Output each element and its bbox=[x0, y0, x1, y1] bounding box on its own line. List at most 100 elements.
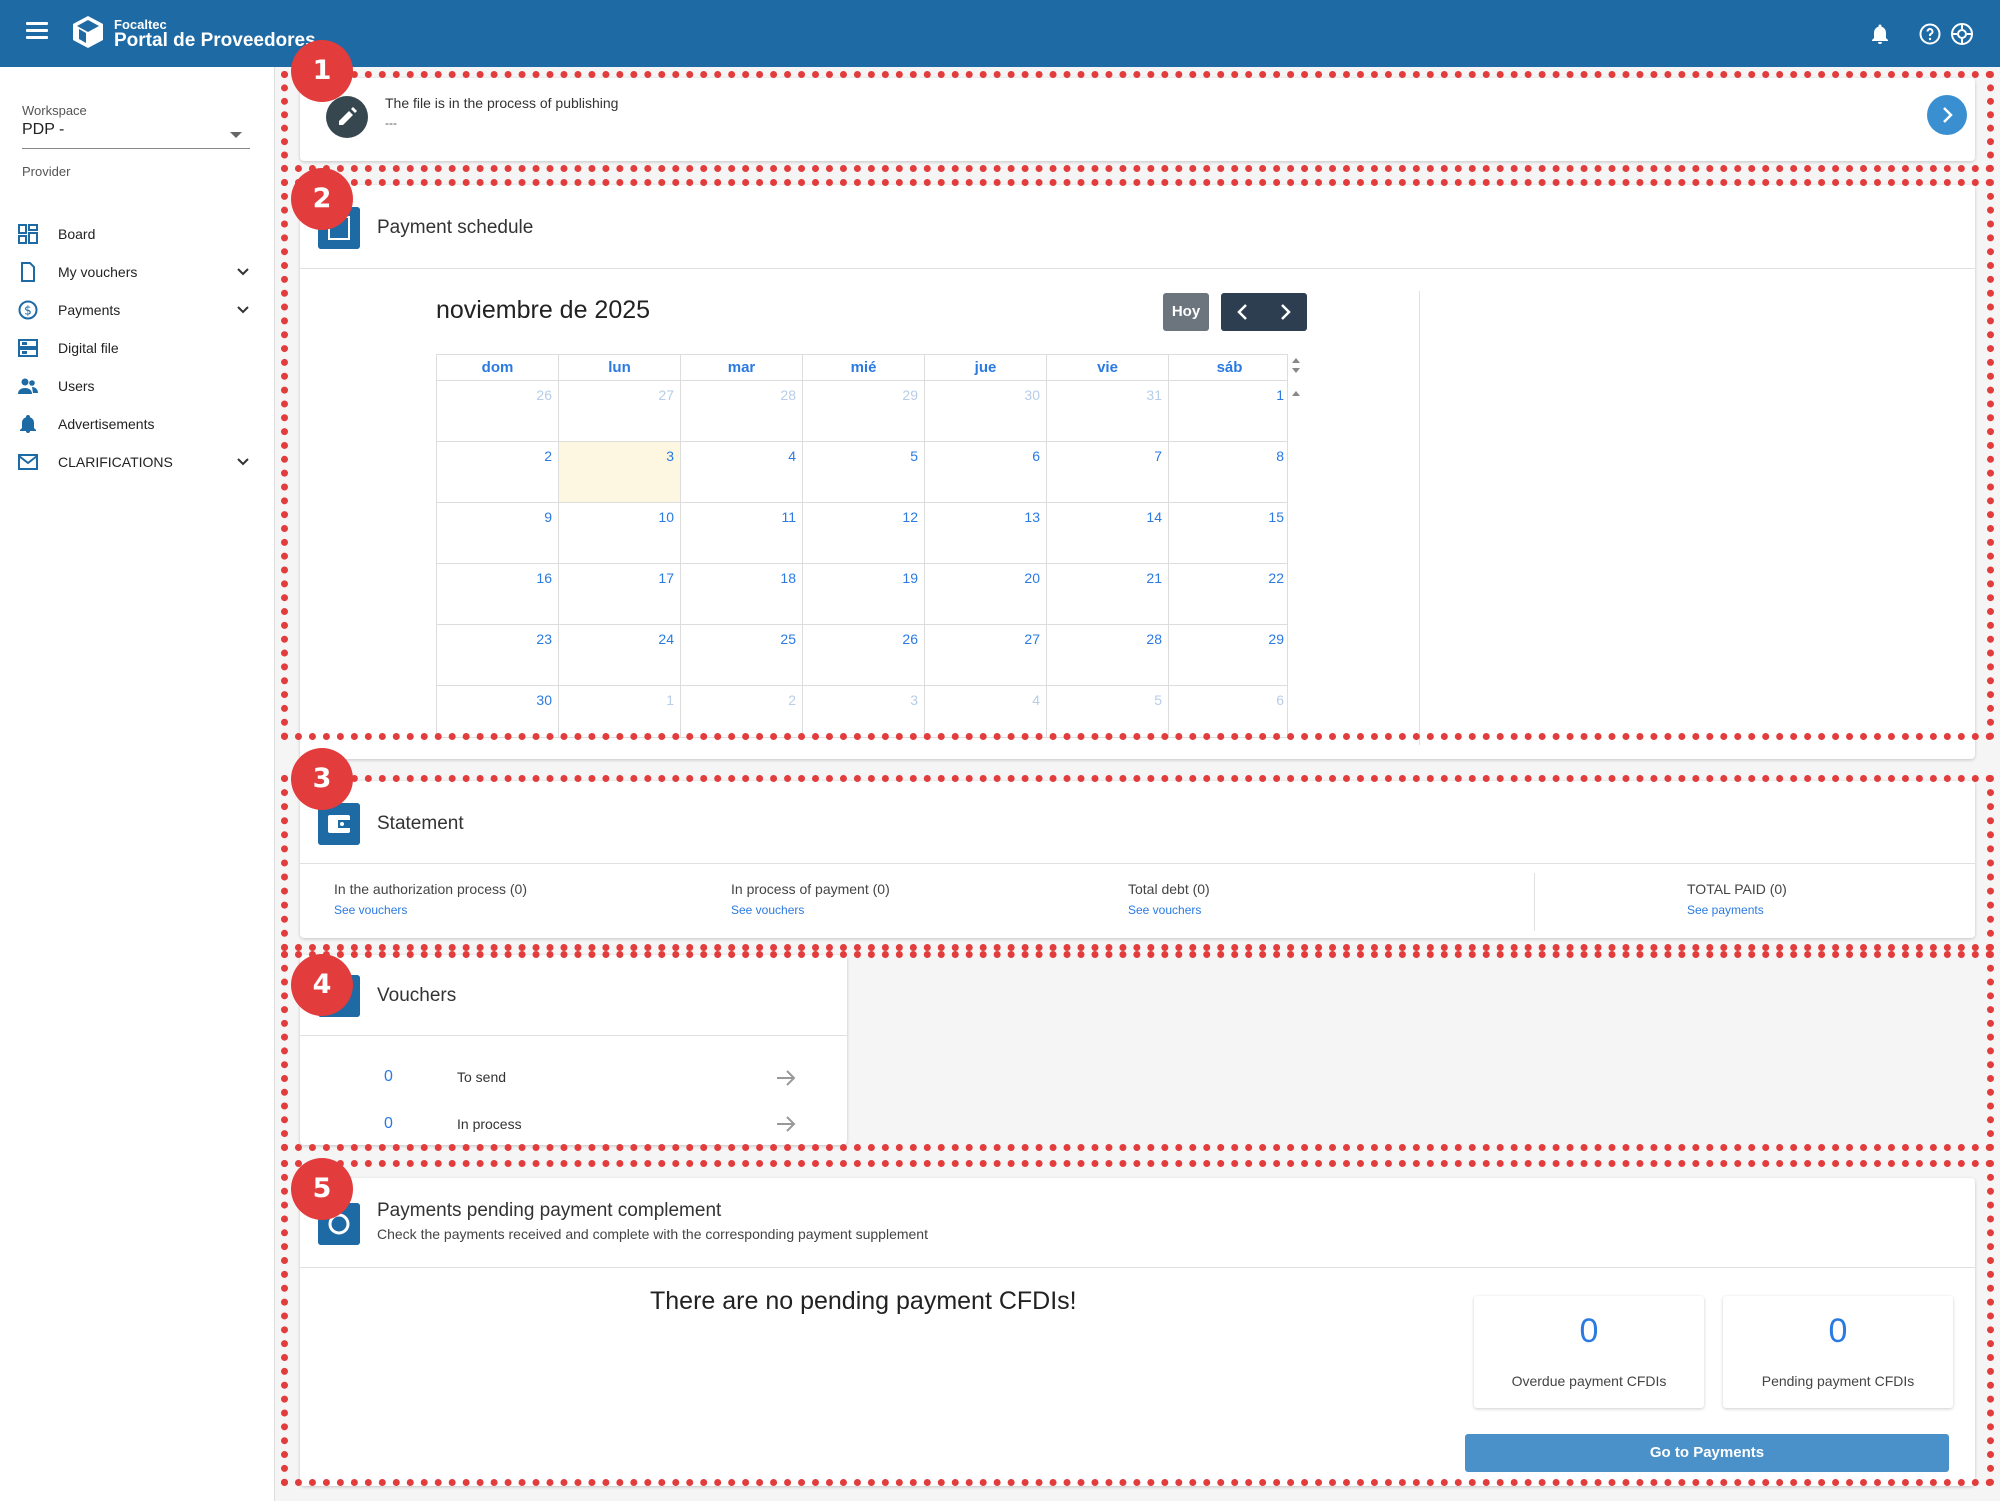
file-status-title: The file is in the process of publishing bbox=[385, 95, 619, 111]
bell-icon[interactable] bbox=[1868, 22, 1892, 46]
calendar-day[interactable]: 4 bbox=[925, 686, 1047, 737]
calendar-day[interactable]: 11 bbox=[681, 503, 803, 564]
sidebar-item-payments[interactable]: $ Payments bbox=[0, 291, 275, 329]
settings-icon[interactable] bbox=[1950, 22, 1974, 46]
calendar-day[interactable]: 18 bbox=[681, 564, 803, 625]
arrow-right-icon[interactable] bbox=[775, 1067, 797, 1089]
calendar-day[interactable]: 28 bbox=[681, 381, 803, 442]
weekday-header: lun bbox=[559, 355, 681, 381]
sidebar-item-label: Advertisements bbox=[58, 416, 155, 432]
calendar-day[interactable]: 17 bbox=[559, 564, 681, 625]
sidebar-item-label: Users bbox=[58, 378, 95, 394]
card-header: Payments pending payment complement Chec… bbox=[300, 1178, 1975, 1268]
weekday-header: mié bbox=[803, 355, 925, 381]
calendar-day[interactable]: 30 bbox=[925, 381, 1047, 442]
sidebar-item-my-vouchers[interactable]: My vouchers bbox=[0, 253, 275, 291]
annotation-badge-1: 1 bbox=[291, 40, 353, 102]
calendar-day[interactable]: 29 bbox=[1169, 625, 1287, 686]
card-title: Payments pending payment complement bbox=[377, 1200, 722, 1221]
voucher-count: 0 bbox=[384, 1068, 393, 1085]
calendar-day[interactable]: 26 bbox=[437, 381, 559, 442]
chevron-left-icon[interactable] bbox=[1221, 293, 1264, 331]
arrow-right-icon[interactable] bbox=[775, 1113, 797, 1135]
card-header: Statement bbox=[300, 781, 1975, 864]
card-title: Payment schedule bbox=[377, 217, 534, 238]
calendar-day[interactable]: 2 bbox=[437, 442, 559, 503]
calendar-day[interactable]: 26 bbox=[803, 625, 925, 686]
card-header: Vouchers bbox=[300, 955, 847, 1036]
calendar-day[interactable]: 13 bbox=[925, 503, 1047, 564]
calendar-day[interactable]: 1 bbox=[559, 686, 681, 737]
empty-message: There are no pending payment CFDIs! bbox=[650, 1287, 1077, 1315]
statement-total-debt-label: Total debt (0) bbox=[1128, 881, 1210, 897]
weekday-header: sáb bbox=[1169, 355, 1287, 381]
calendar-day[interactable]: 30 bbox=[437, 686, 559, 737]
card-header: Payment schedule bbox=[300, 185, 1975, 269]
calendar-day[interactable]: 22 bbox=[1169, 564, 1287, 625]
calendar-day[interactable]: 21 bbox=[1047, 564, 1169, 625]
calendar-day[interactable]: 27 bbox=[925, 625, 1047, 686]
calendar-day[interactable]: 7 bbox=[1047, 442, 1169, 503]
calendar-day[interactable]: 6 bbox=[1169, 686, 1287, 737]
help-icon[interactable] bbox=[1918, 22, 1942, 46]
provider-label: Provider bbox=[22, 164, 71, 179]
calendar-day[interactable]: 6 bbox=[925, 442, 1047, 503]
sidebar-item-digital-file[interactable]: Digital file bbox=[0, 329, 275, 367]
svg-text:$: $ bbox=[24, 304, 32, 318]
see-vouchers-link[interactable]: See vouchers bbox=[731, 903, 804, 917]
workspace-select[interactable]: PDP - bbox=[22, 121, 250, 149]
calendar-day[interactable]: 12 bbox=[803, 503, 925, 564]
document-icon bbox=[21, 262, 35, 282]
divider bbox=[1534, 873, 1535, 931]
weekday-header: jue bbox=[925, 355, 1047, 381]
users-icon bbox=[18, 378, 38, 394]
chevron-right-icon[interactable] bbox=[1264, 293, 1307, 331]
go-to-payments-button[interactable]: Go to Payments bbox=[1465, 1434, 1949, 1472]
calendar-day[interactable]: 27 bbox=[559, 381, 681, 442]
calendar-day[interactable]: 29 bbox=[803, 381, 925, 442]
next-arrow-button[interactable] bbox=[1926, 94, 1968, 136]
calendar-day[interactable]: 23 bbox=[437, 625, 559, 686]
sidebar-item-label: Digital file bbox=[58, 340, 119, 356]
scroll-arrows-icon[interactable] bbox=[1290, 355, 1302, 397]
pending-cfdis-stat[interactable]: 0 Pending payment CFDIs bbox=[1723, 1296, 1953, 1408]
weekday-header: dom bbox=[437, 355, 559, 381]
see-vouchers-link[interactable]: See vouchers bbox=[1128, 903, 1201, 917]
brand-title[interactable]: Portal de Proveedores bbox=[114, 30, 316, 52]
calendar-day[interactable]: 24 bbox=[559, 625, 681, 686]
calendar-day-today[interactable]: 3 bbox=[559, 442, 681, 503]
calendar-day[interactable]: 10 bbox=[559, 503, 681, 564]
calendar-day[interactable]: 9 bbox=[437, 503, 559, 564]
calendar-day[interactable]: 25 bbox=[681, 625, 803, 686]
calendar-day[interactable]: 5 bbox=[803, 442, 925, 503]
calendar-day[interactable]: 2 bbox=[681, 686, 803, 737]
sidebar-item-clarifications[interactable]: CLARIFICATIONS bbox=[0, 443, 275, 481]
sidebar-item-users[interactable]: Users bbox=[0, 367, 275, 405]
calendar-day[interactable]: 16 bbox=[437, 564, 559, 625]
calendar-day[interactable]: 15 bbox=[1169, 503, 1287, 564]
calendar-day[interactable]: 31 bbox=[1047, 381, 1169, 442]
sidebar-item-board[interactable]: Board bbox=[0, 215, 275, 253]
divider bbox=[1419, 291, 1420, 745]
see-payments-link[interactable]: See payments bbox=[1687, 903, 1764, 917]
card-subtitle: Check the payments received and complete… bbox=[377, 1226, 928, 1242]
caret-down-icon bbox=[230, 132, 242, 138]
calendar-day[interactable]: 14 bbox=[1047, 503, 1169, 564]
calendar-day[interactable]: 20 bbox=[925, 564, 1047, 625]
see-vouchers-link[interactable]: See vouchers bbox=[334, 903, 407, 917]
statement-total-paid-label: TOTAL PAID (0) bbox=[1687, 881, 1787, 897]
stat-value: 0 bbox=[1579, 1312, 1599, 1350]
calendar-day[interactable]: 4 bbox=[681, 442, 803, 503]
chevron-down-icon bbox=[237, 268, 249, 276]
calendar-day[interactable]: 1 bbox=[1169, 381, 1287, 442]
calendar-day[interactable]: 28 bbox=[1047, 625, 1169, 686]
menu-icon[interactable] bbox=[26, 22, 48, 40]
calendar-day[interactable]: 3 bbox=[803, 686, 925, 737]
calendar-day[interactable]: 5 bbox=[1047, 686, 1169, 737]
overdue-cfdis-stat[interactable]: 0 Overdue payment CFDIs bbox=[1474, 1296, 1704, 1408]
calendar-nav-buttons bbox=[1221, 293, 1307, 331]
sidebar-item-advertisements[interactable]: Advertisements bbox=[0, 405, 275, 443]
today-button[interactable]: Hoy bbox=[1163, 293, 1209, 331]
calendar-day[interactable]: 8 bbox=[1169, 442, 1287, 503]
calendar-day[interactable]: 19 bbox=[803, 564, 925, 625]
